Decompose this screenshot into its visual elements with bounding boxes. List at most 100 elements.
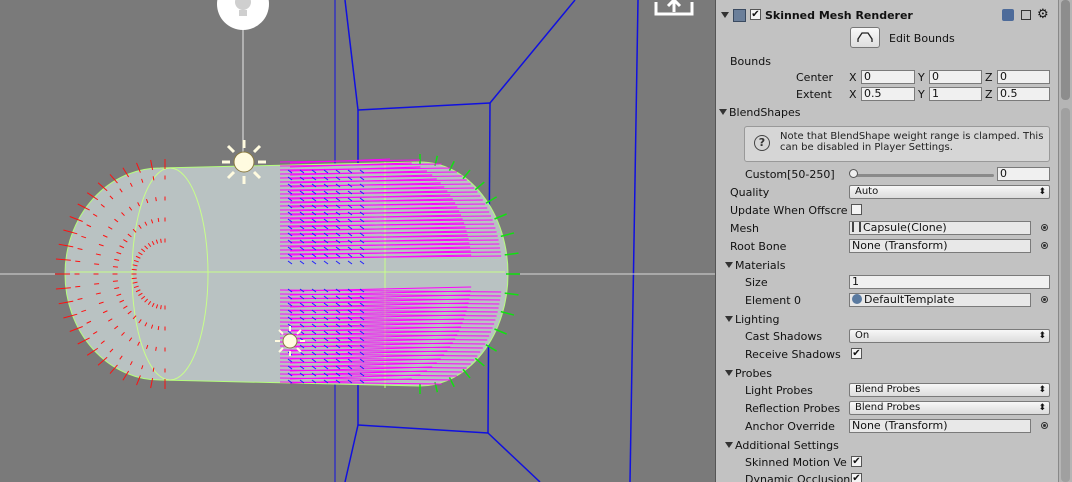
scene-viewport[interactable] bbox=[0, 0, 715, 482]
inspector-scrollbar[interactable] bbox=[1058, 0, 1072, 482]
center-label: Center bbox=[796, 71, 834, 84]
lighting-foldout[interactable]: Lighting bbox=[716, 311, 1072, 328]
mesh-icon bbox=[852, 222, 861, 232]
quality-dropdown[interactable]: Auto ⬍ bbox=[849, 185, 1050, 199]
skinned-motion-label: Skinned Motion Ve bbox=[745, 456, 847, 469]
foldout-arrow-icon[interactable] bbox=[721, 12, 729, 18]
tangent-line bbox=[152, 176, 155, 181]
binormal-line bbox=[485, 196, 497, 204]
component-icon bbox=[733, 9, 746, 22]
extent-z-field[interactable]: 0.5 bbox=[997, 87, 1050, 101]
bounds-label: Bounds bbox=[730, 55, 771, 68]
component-header[interactable]: ✔ Skinned Mesh Renderer ⚙ bbox=[716, 7, 1072, 25]
preset-icon[interactable] bbox=[1021, 10, 1031, 20]
foldout-arrow-icon[interactable] bbox=[719, 109, 727, 115]
light-probes-label: Light Probes bbox=[745, 384, 813, 397]
camera-gizmo-icon[interactable] bbox=[654, 0, 694, 16]
cast-shadows-value: On bbox=[855, 330, 870, 341]
caret-icon: ⬍ bbox=[1038, 403, 1046, 413]
skinned-motion-row: Skinned Motion Ve ✔ bbox=[716, 454, 1072, 472]
root-bone-label: Root Bone bbox=[730, 240, 787, 253]
edit-bounds-label: Edit Bounds bbox=[889, 32, 955, 45]
element0-field[interactable]: DefaultTemplate bbox=[849, 293, 1031, 307]
scrollbar-track[interactable] bbox=[1061, 108, 1070, 482]
skinned-motion-checkbox[interactable]: ✔ bbox=[851, 456, 862, 467]
axis-z-label: Z bbox=[985, 71, 993, 84]
receive-shadows-checkbox[interactable]: ✔ bbox=[851, 348, 862, 359]
tangent-line bbox=[112, 266, 118, 268]
center-y-field[interactable]: 0 bbox=[929, 70, 982, 84]
receive-shadows-label: Receive Shadows bbox=[745, 348, 841, 361]
materials-size-label: Size bbox=[745, 276, 768, 289]
object-picker-icon[interactable] bbox=[1041, 296, 1048, 303]
object-picker-icon[interactable] bbox=[1041, 224, 1048, 231]
point-light-icon[interactable] bbox=[275, 326, 305, 356]
extent-x-field[interactable]: 0.5 bbox=[861, 87, 915, 101]
anchor-override-row: Anchor Override None (Transform) bbox=[716, 418, 1072, 436]
root-bone-field[interactable]: None (Transform) bbox=[849, 239, 1031, 253]
reflection-probes-dropdown[interactable]: Blend Probes ⬍ bbox=[849, 401, 1050, 415]
custom-blendshape-row: Custom[50-250] 0 bbox=[716, 166, 1072, 184]
tangent-line bbox=[94, 263, 100, 265]
tangent-line bbox=[155, 197, 157, 202]
binormal-line bbox=[494, 213, 507, 220]
probes-label: Probes bbox=[735, 367, 772, 380]
probes-foldout[interactable]: Probes bbox=[716, 365, 1072, 382]
additional-settings-foldout[interactable]: Additional Settings bbox=[716, 437, 1072, 454]
custom-slider-knob[interactable] bbox=[849, 169, 858, 178]
mesh-value: Capsule(Clone) bbox=[863, 221, 947, 234]
light-bulb-icon[interactable] bbox=[217, 0, 269, 30]
custom-slider-track[interactable] bbox=[852, 174, 994, 177]
edit-bounds-button[interactable] bbox=[850, 27, 880, 48]
foldout-arrow-icon[interactable] bbox=[725, 262, 733, 268]
inspector-panel: ✔ Skinned Mesh Renderer ⚙ Edit Bounds Bo… bbox=[715, 0, 1072, 482]
cast-shadows-dropdown[interactable]: On ⬍ bbox=[849, 329, 1050, 343]
update-offscreen-checkbox[interactable] bbox=[851, 204, 862, 215]
light-probes-row: Light Probes Blend Probes ⬍ bbox=[716, 382, 1072, 400]
help-icon: ? bbox=[754, 135, 770, 151]
anchor-override-field[interactable]: None (Transform) bbox=[849, 419, 1031, 433]
center-z-field[interactable]: 0 bbox=[997, 70, 1050, 84]
center-x-field[interactable]: 0 bbox=[861, 70, 915, 84]
light-probes-dropdown[interactable]: Blend Probes ⬍ bbox=[849, 383, 1050, 397]
tangent-line bbox=[152, 367, 155, 372]
reflection-probes-label: Reflection Probes bbox=[745, 402, 841, 415]
binormal-line bbox=[485, 344, 497, 352]
binormal-line bbox=[474, 357, 485, 367]
quality-label: Quality bbox=[730, 186, 770, 199]
dynamic-occlusion-row: Dynamic Occlusion ✔ bbox=[716, 471, 1072, 482]
caret-icon: ⬍ bbox=[1038, 331, 1046, 341]
materials-size-field[interactable]: 1 bbox=[849, 275, 1050, 289]
foldout-arrow-icon[interactable] bbox=[725, 442, 733, 448]
book-icon[interactable] bbox=[1002, 9, 1014, 21]
object-picker-icon[interactable] bbox=[1041, 242, 1048, 249]
update-offscreen-row: Update When Offscre bbox=[716, 202, 1072, 220]
edit-bounds-icon bbox=[857, 32, 873, 42]
materials-foldout[interactable]: Materials bbox=[716, 257, 1072, 274]
materials-size-row: Size 1 bbox=[716, 274, 1072, 292]
object-picker-icon[interactable] bbox=[1041, 422, 1048, 429]
caret-icon: ⬍ bbox=[1038, 187, 1046, 197]
mesh-field[interactable]: Capsule(Clone) bbox=[849, 221, 1031, 235]
sun-icon[interactable] bbox=[222, 140, 266, 184]
scene-canvas[interactable] bbox=[0, 0, 715, 482]
component-enabled-checkbox[interactable]: ✔ bbox=[750, 9, 761, 20]
scrollbar-thumb[interactable] bbox=[1061, 0, 1070, 100]
custom-value-field[interactable]: 0 bbox=[997, 167, 1050, 181]
gear-icon[interactable]: ⚙ bbox=[1037, 7, 1049, 22]
foldout-arrow-icon[interactable] bbox=[725, 370, 733, 376]
mesh-row: Mesh Capsule(Clone) bbox=[716, 220, 1072, 238]
extent-y-field[interactable]: 1 bbox=[929, 87, 982, 101]
help-text: Note that BlendShape weight range is cla… bbox=[780, 131, 1044, 153]
cast-shadows-label: Cast Shadows bbox=[745, 330, 823, 343]
foldout-arrow-icon[interactable] bbox=[725, 316, 733, 322]
light-probes-value: Blend Probes bbox=[855, 384, 921, 395]
tangent-line bbox=[75, 285, 81, 288]
dynamic-occlusion-checkbox[interactable]: ✔ bbox=[851, 473, 862, 482]
axis-x-label: X bbox=[849, 88, 857, 101]
blendshapes-foldout[interactable]: BlendShapes bbox=[716, 104, 1072, 121]
tangent-line bbox=[157, 325, 160, 331]
binormal-line bbox=[462, 368, 471, 379]
binormal-line bbox=[494, 328, 507, 335]
component-title: Skinned Mesh Renderer bbox=[765, 9, 913, 22]
